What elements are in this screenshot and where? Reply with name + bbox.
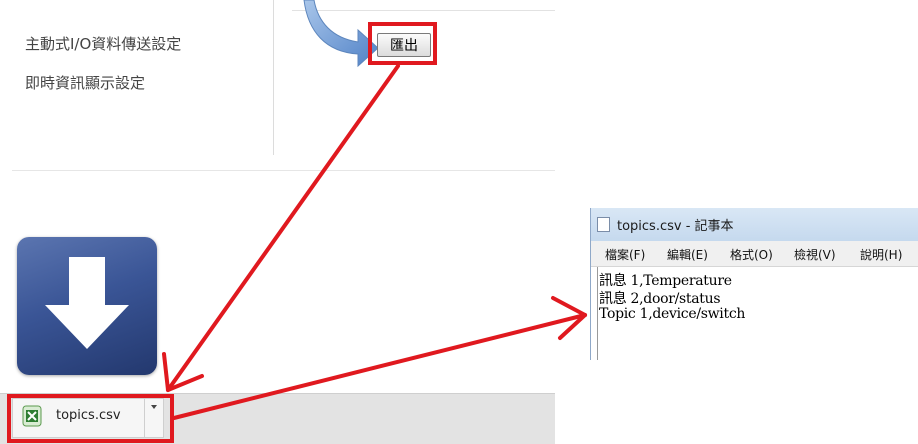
menu-edit[interactable]: 編輯(E): [667, 246, 708, 263]
file-highlight-box: [7, 394, 174, 443]
menu-format[interactable]: 格式(O): [730, 246, 773, 263]
annotation-arrowhead: [551, 296, 587, 317]
divider: [273, 0, 274, 155]
menu-item-active-io-transfer[interactable]: 主動式I/O資料傳送設定: [25, 33, 181, 54]
text-line: 訊息 2,door/status: [599, 291, 721, 307]
notepad-title: topics.csv - 記事本: [617, 219, 734, 234]
notepad-icon: [597, 217, 610, 232]
menu-view[interactable]: 檢視(V): [794, 246, 836, 263]
menu-file[interactable]: 檔案(F): [605, 246, 645, 263]
text-line: 訊息 1,Temperature: [599, 273, 732, 289]
annotation-arrowhead: [558, 313, 587, 340]
download-arrow-icon: [17, 237, 157, 375]
export-highlight-box: [368, 22, 437, 65]
text-line: Topic 1,device/switch: [599, 306, 746, 322]
divider: [12, 170, 555, 171]
annotation-arrowhead: [166, 374, 204, 392]
annotation-arrowhead: [162, 352, 170, 392]
menu-item-realtime-display[interactable]: 即時資訊顯示設定: [25, 72, 145, 93]
menu-help[interactable]: 說明(H): [860, 246, 902, 263]
